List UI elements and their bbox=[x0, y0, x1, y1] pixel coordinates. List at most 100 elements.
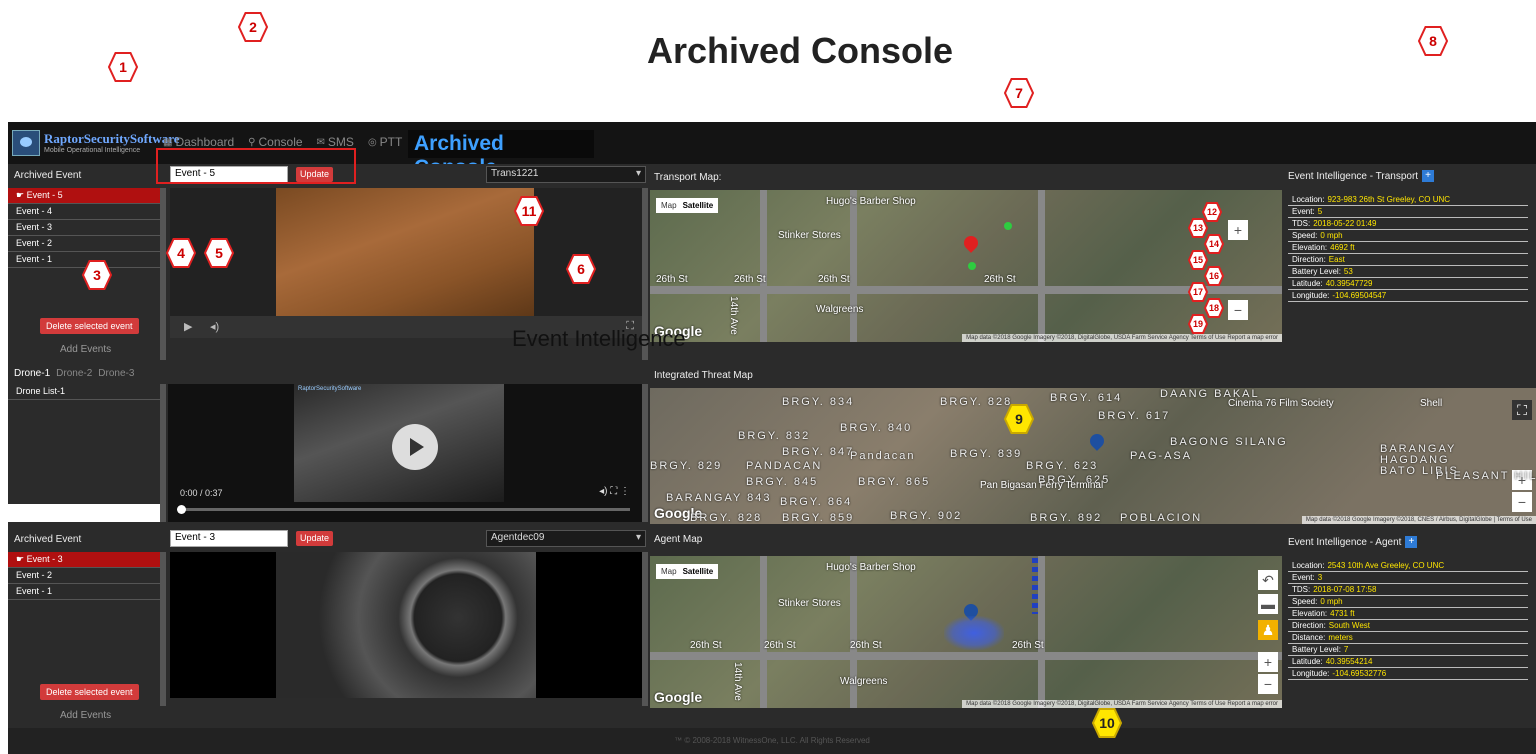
volume-icon[interactable]: ◂) bbox=[599, 486, 607, 497]
drone-panel: Drone-1 Drone-2 Drone-3 Drone List-1 Rap… bbox=[8, 362, 648, 522]
zoom-out-button[interactable]: − bbox=[1512, 492, 1532, 512]
callout-9: 9 bbox=[1004, 404, 1034, 434]
nav-ptt[interactable]: ◎ PTT bbox=[368, 135, 402, 149]
transport-scrollbar[interactable] bbox=[160, 188, 166, 360]
agent-event-name-input[interactable]: Event - 3 bbox=[170, 530, 288, 547]
intel-value: 40.39554214 bbox=[1325, 657, 1373, 666]
transport-intel-title-text: Event Intelligence - Transport bbox=[1288, 170, 1419, 182]
console-icon: ⚲ bbox=[248, 136, 256, 148]
callout-highlight-box bbox=[156, 148, 356, 184]
threat-map-label: BRGY. 828 bbox=[690, 512, 763, 524]
fullscreen-icon[interactable]: ⛶ bbox=[610, 486, 617, 497]
transport-add-events-link[interactable]: Add Events bbox=[60, 344, 111, 355]
transport-intel-add-button[interactable]: + bbox=[1422, 170, 1435, 182]
zoom-in-button[interactable]: + bbox=[1228, 220, 1248, 240]
agent-event-item-1[interactable]: Event - 1 bbox=[8, 584, 160, 600]
drone-play-button[interactable] bbox=[392, 424, 438, 470]
intel-value: 40.39547729 bbox=[1325, 279, 1373, 288]
drone-list-item[interactable]: Drone List-1 bbox=[8, 384, 160, 400]
zoom-out-button[interactable]: − bbox=[1228, 300, 1248, 320]
integrated-threat-map[interactable]: Google Map data ©2018 Google Imagery ©20… bbox=[650, 388, 1536, 524]
agent-scrollbar[interactable] bbox=[160, 552, 166, 706]
threat-map-label: BRGY. 845 bbox=[746, 476, 819, 488]
map-attribution[interactable]: Map data ©2018 Google Imagery ©2018, Dig… bbox=[962, 700, 1282, 708]
map-road bbox=[1038, 556, 1045, 708]
map-label: Stinker Stores bbox=[778, 230, 841, 241]
map-type-toggle[interactable]: Map Satellite bbox=[656, 198, 719, 213]
threat-location-pin-icon[interactable] bbox=[1087, 431, 1107, 451]
map-label: 26th St bbox=[734, 274, 766, 285]
intel-value: 5 bbox=[1317, 207, 1323, 216]
car-icon[interactable]: ▬ bbox=[1258, 594, 1278, 614]
map-type-toggle[interactable]: Map Satellite bbox=[656, 564, 719, 579]
transport-event-item-3[interactable]: Event - 3 bbox=[8, 220, 160, 236]
zoom-out-button[interactable]: − bbox=[1258, 674, 1278, 694]
intel-value: 4731 ft bbox=[1330, 609, 1355, 618]
agent-video-player[interactable] bbox=[170, 552, 642, 698]
nav-dashboard[interactable]: ▦ Dashboard bbox=[163, 135, 234, 149]
brand[interactable]: RaptorSecuritySoftware Mobile Operationa… bbox=[12, 126, 180, 160]
agent-event-item-3[interactable]: ☛ Event - 3 bbox=[8, 552, 160, 568]
map-type-map[interactable]: Map bbox=[661, 567, 677, 576]
drone-video-player[interactable]: RaptorSecuritySoftware 0:00 / 0:37 ◂) ⛶ … bbox=[168, 384, 642, 522]
transport-event-item-4[interactable]: Event - 4 bbox=[8, 204, 160, 220]
agent-device-select[interactable]: Agentdec09 bbox=[486, 530, 646, 547]
intel-value: 2543 10th Ave Greeley, CO UNC bbox=[1327, 561, 1445, 570]
intel-row: Battery Level: 53 bbox=[1288, 266, 1528, 278]
agent-event-item-2[interactable]: Event - 2 bbox=[8, 568, 160, 584]
map-attribution[interactable]: Map data ©2018 Google Imagery ©2018, CNE… bbox=[1301, 516, 1536, 524]
zoom-in-button[interactable]: + bbox=[1258, 652, 1278, 672]
tab-drone-3[interactable]: Drone-3 bbox=[98, 368, 134, 379]
nav-sms[interactable]: ✉ SMS bbox=[317, 135, 354, 149]
threat-map-label: BRGY. 840 bbox=[840, 422, 913, 434]
agent-add-events-link[interactable]: Add Events bbox=[60, 710, 111, 721]
tab-drone-1[interactable]: Drone-1 bbox=[14, 368, 50, 379]
brand-logo-icon bbox=[12, 130, 40, 156]
transport-delete-button[interactable]: Delete selected event bbox=[40, 318, 139, 334]
transport-event-item-2[interactable]: Event - 2 bbox=[8, 236, 160, 252]
agent-video-scrollbar[interactable] bbox=[642, 552, 648, 706]
threat-map-label: BRGY. 829 bbox=[650, 460, 723, 472]
callout-3: 3 bbox=[82, 260, 112, 290]
drone-video-progress[interactable] bbox=[177, 505, 630, 514]
intel-value: meters bbox=[1328, 633, 1353, 642]
progress-handle[interactable] bbox=[177, 505, 186, 514]
drone-scrollbar[interactable] bbox=[160, 384, 166, 522]
tab-drone-2[interactable]: Drone-2 bbox=[56, 368, 92, 379]
map-label: Walgreens bbox=[816, 304, 864, 315]
drone-video-right-controls: ◂) ⛶ ⋮ bbox=[599, 486, 630, 497]
more-options-icon[interactable]: ⋮ bbox=[620, 486, 630, 497]
console-title: Archived Console bbox=[408, 130, 594, 179]
street-view-icon[interactable]: ♟ bbox=[1258, 620, 1278, 640]
threat-map-label: BRGY. 832 bbox=[738, 430, 811, 442]
intel-value: -104.69532776 bbox=[1332, 669, 1387, 678]
app-window: RaptorSecuritySoftware Mobile Operationa… bbox=[8, 122, 1536, 754]
map-attribution[interactable]: Map data ©2018 Google Imagery ©2018, Dig… bbox=[962, 334, 1282, 342]
agent-delete-button[interactable]: Delete selected event bbox=[40, 684, 139, 700]
intel-key: TDS: bbox=[1292, 585, 1311, 594]
map-type-map[interactable]: Map bbox=[661, 201, 677, 210]
transport-map-title: Transport Map: bbox=[654, 172, 722, 183]
agent-intel-add-button[interactable]: + bbox=[1405, 536, 1418, 548]
rotate-icon[interactable]: ↶ bbox=[1258, 570, 1278, 590]
drone-video-scrollbar[interactable] bbox=[642, 384, 648, 522]
agent-update-button[interactable]: Update bbox=[296, 531, 334, 546]
play-icon[interactable]: ▶ bbox=[184, 320, 192, 333]
transport-intel-rows: Location: 923-983 26th St Greeley, CO UNC… bbox=[1288, 194, 1528, 302]
transport-location-pin-icon[interactable] bbox=[961, 233, 981, 253]
agent-map[interactable]: Map Satellite Hugo's Barber Shop Stinker … bbox=[650, 556, 1282, 708]
volume-icon[interactable]: ◂) bbox=[210, 320, 219, 333]
transport-device-select[interactable]: Trans1221 bbox=[486, 166, 646, 183]
nav-console[interactable]: ⚲ Console bbox=[248, 135, 302, 149]
agent-map-title: Agent Map bbox=[654, 534, 703, 545]
fullscreen-icon[interactable]: ⛶ bbox=[1512, 400, 1532, 420]
map-type-satellite[interactable]: Satellite bbox=[683, 567, 714, 576]
map-label: Hugo's Barber Shop bbox=[826, 562, 916, 573]
agent-panel-header: Archived Event bbox=[14, 533, 82, 545]
drone-list: Drone List-1 bbox=[8, 384, 160, 504]
intel-row: Elevation: 4692 ft bbox=[1288, 242, 1528, 254]
map-type-satellite[interactable]: Satellite bbox=[683, 201, 714, 210]
event-intelligence-overlay-text: Event Intelligence bbox=[512, 326, 686, 351]
intel-value: East bbox=[1328, 255, 1345, 264]
transport-event-item-5[interactable]: ☛ Event - 5 bbox=[8, 188, 160, 204]
